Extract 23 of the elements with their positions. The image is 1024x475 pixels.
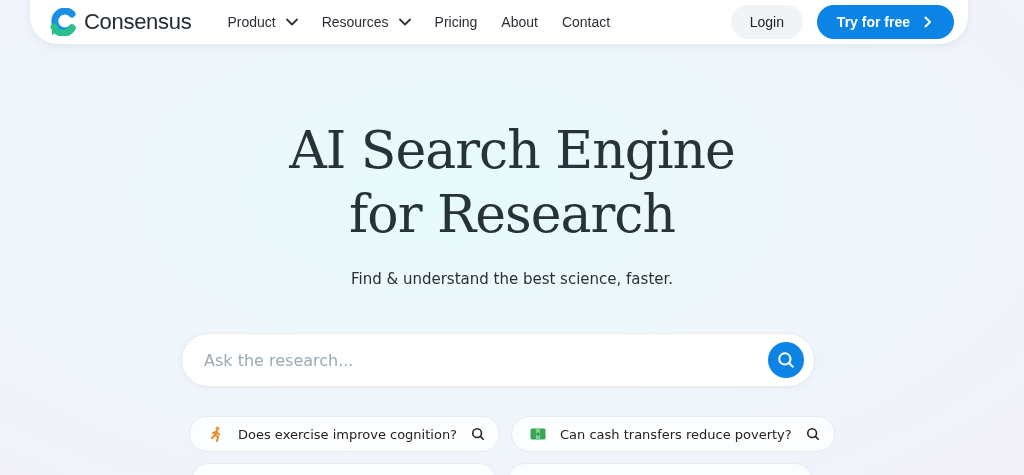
suggestion-chip[interactable]: Does exercise improve cognition? <box>189 416 501 452</box>
suggestion-chip[interactable]: Can cash transfers reduce poverty? <box>511 416 835 452</box>
nav-link[interactable]: About <box>501 14 538 30</box>
try-for-free-button[interactable]: Try for free <box>816 5 954 39</box>
nav-link[interactable]: Contact <box>561 14 611 30</box>
chevron-down-icon <box>398 18 411 26</box>
login-button[interactable]: Login <box>730 5 803 39</box>
hero-title: AI Search Engine for Research <box>289 119 735 246</box>
nav-link[interactable]: Product <box>227 14 298 30</box>
chevron-right-icon <box>924 16 932 28</box>
nav-link[interactable]: Pricing <box>434 14 478 30</box>
chevron-down-icon <box>285 18 298 26</box>
brand-name: Consensus <box>84 9 192 35</box>
search-icon <box>805 427 820 441</box>
search-icon <box>777 351 795 369</box>
hero-subtitle: Find & understand the best science, faster. <box>350 270 674 288</box>
search-field[interactable]: Ask the research... <box>202 349 768 371</box>
search-icon <box>471 427 486 441</box>
logo-icon <box>50 8 76 36</box>
search-bar[interactable]: Ask the research... <box>181 333 815 387</box>
nav-link[interactable]: Resources <box>321 14 411 30</box>
search-button[interactable] <box>768 342 804 378</box>
money-icon <box>530 428 547 440</box>
